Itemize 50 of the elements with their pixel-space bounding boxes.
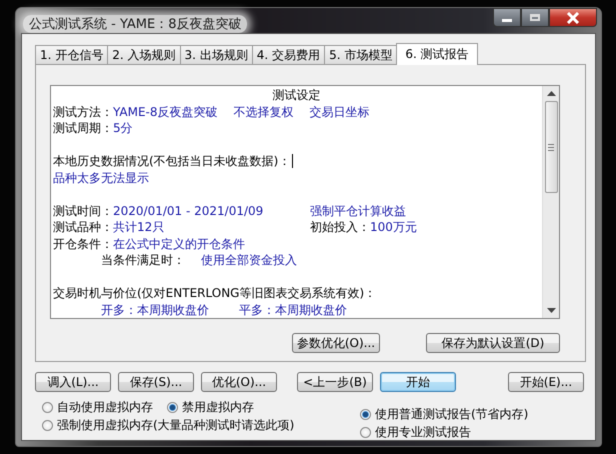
panel-button[interactable]: 保存为默认设置(D) [426, 333, 560, 353]
report-value: 不选择复权 [234, 104, 294, 120]
window-title: 公式测试系统 - YAME：8反夜盘突破 [23, 15, 248, 33]
report-label: 测试时间： [53, 202, 113, 219]
radio-option[interactable]: 使用普通测试报告(节省内存) [360, 406, 528, 422]
report-value: 5分 [113, 120, 133, 136]
report-value: YAME-8反夜盘突破 [113, 104, 218, 120]
report-value: 2020/01/01 - 2021/01/09 [113, 202, 264, 219]
report-value: 100万元 [370, 220, 417, 234]
maximize-icon[interactable] [521, 8, 549, 27]
scrollbar[interactable] [542, 86, 559, 318]
report-label: 测试品种： [53, 219, 113, 236]
close-icon[interactable] [549, 8, 597, 27]
dialog-button[interactable]: 开始 [380, 372, 456, 392]
report-value: 共计12只 [113, 219, 164, 236]
report-value: 开多：本周期收盘价 [101, 302, 209, 318]
report-value: 强制平仓计算收益 [310, 204, 406, 218]
report-text-area[interactable] [50, 85, 560, 319]
report-label: 当条件满足时： [101, 252, 185, 268]
tab[interactable]: 4. 交易费用 [252, 45, 326, 64]
dialog-button[interactable]: 调入(L)... [35, 372, 111, 392]
report-heading: 测试设定 [272, 87, 322, 104]
scroll-down-icon[interactable] [546, 308, 556, 313]
dialog-button[interactable]: 保存(S)... [118, 372, 194, 392]
report-label: 测试周期： [53, 120, 113, 136]
report-value: 交易日坐标 [310, 104, 370, 120]
tab[interactable]: 1. 开仓信号 [35, 45, 108, 64]
tab[interactable]: 3. 出场规则 [180, 45, 253, 64]
report-label: 开仓条件： [53, 236, 113, 252]
panel-button[interactable]: 参数优化(O)... [292, 333, 380, 353]
report-label: 测试方法： [53, 104, 113, 120]
dialog-button[interactable]: <上一步(B) [297, 372, 373, 392]
report-label: 交易时机与价位(仅对ENTERLONG等旧图表交易系统有效)： [53, 285, 376, 302]
dialog-button[interactable]: 开始(E)... [508, 372, 584, 392]
report-value: 品种太多无法显示 [53, 170, 149, 186]
scroll-up-icon[interactable] [546, 91, 556, 96]
radio-option[interactable]: 强制使用虚拟内存(大量品种测试时请选此项) [42, 417, 294, 433]
radio-option[interactable]: 禁用虚拟内存 [167, 399, 254, 415]
dialog-button[interactable]: 优化(O)... [201, 372, 277, 392]
radio-option[interactable]: 自动使用虚拟内存 [42, 399, 153, 415]
tab[interactable]: 6. 测试报告 [396, 43, 478, 65]
minimize-icon[interactable] [493, 8, 521, 27]
tab[interactable]: 5. 市场模型 [324, 45, 398, 64]
report-value: 使用全部资金投入 [201, 252, 297, 268]
report-label: 本地历史数据情况(不包括当日未收盘数据)： [53, 153, 290, 170]
report-value: 在公式中定义的开仓条件 [113, 236, 245, 252]
report-value: 平多：本周期收盘价 [239, 302, 347, 318]
tab[interactable]: 2. 入场规则 [107, 45, 181, 64]
radio-option[interactable]: 使用专业测试报告 [360, 424, 528, 440]
report-label: 初始投入： [310, 220, 370, 234]
